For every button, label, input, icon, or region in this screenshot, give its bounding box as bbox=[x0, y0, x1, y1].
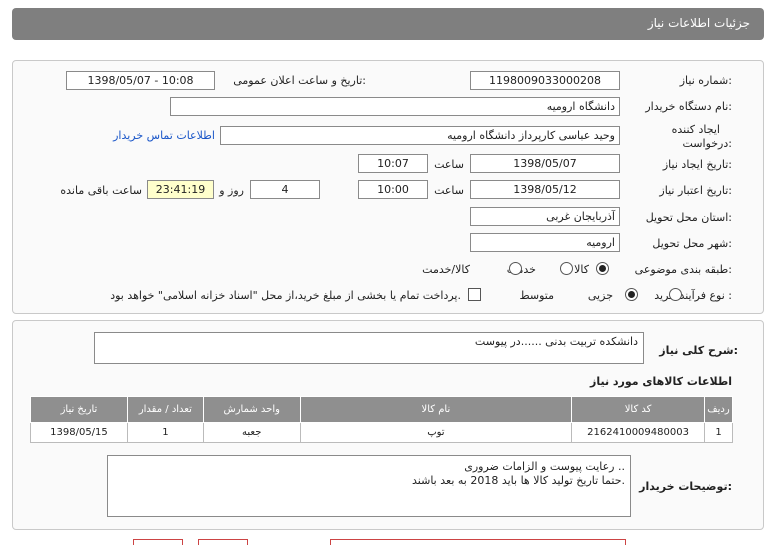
days-label: روز و bbox=[219, 184, 244, 197]
page-title: جزئیات اطلاعات نیاز bbox=[647, 16, 750, 30]
category-option-goods-service: کالا/خدمت bbox=[422, 263, 470, 276]
need-number-field[interactable]: 1198009033000208 bbox=[470, 71, 620, 90]
validity-date-label: تاریخ اعتبار نیاز: bbox=[659, 184, 732, 197]
process-type-label: نوع فرآیند خرید : bbox=[654, 289, 732, 302]
col-need-date: تاریخ نیاز bbox=[30, 396, 128, 423]
buyer-notes-box: رعایت پیوست و الزامات ضروری .. حتما تاری… bbox=[107, 455, 631, 517]
table-row[interactable]: 1 2162410009480003 توپ جعبه 1 1398/05/15 bbox=[30, 422, 733, 443]
category-radio-service[interactable] bbox=[559, 262, 573, 275]
goods-section-title: اطلاعات کالاهای مورد نیاز bbox=[590, 375, 732, 388]
category-radio-goods-service[interactable] bbox=[509, 262, 522, 275]
summary-label: شرح کلی نیاز: bbox=[659, 344, 738, 357]
process-option-medium: متوسط bbox=[519, 289, 554, 302]
validity-time-field[interactable]: 10:00 bbox=[358, 180, 428, 199]
province-field[interactable]: آذربایجان غربی bbox=[470, 207, 620, 226]
page-header: جزئیات اطلاعات نیاز bbox=[12, 8, 764, 40]
col-item-code: کد کالا bbox=[571, 396, 706, 423]
col-unit: واحد شمارش bbox=[202, 396, 301, 423]
process-option-minor: جزیی bbox=[587, 289, 613, 302]
goods-table-header: ردیف کد کالا نام کالا واحد شمارش تعداد /… bbox=[30, 396, 733, 423]
city-field[interactable]: ارومیه bbox=[470, 233, 620, 252]
buyer-notes-line-1: رعایت پیوست و الزامات ضروری .. bbox=[464, 460, 625, 473]
col-item-name: نام کالا bbox=[299, 396, 573, 423]
validity-date-field[interactable]: 1398/05/12 bbox=[470, 180, 620, 199]
buyer-contact-link[interactable]: اطلاعات تماس خریدار bbox=[113, 129, 215, 142]
cell-item-code: 2162410009480003 bbox=[571, 422, 706, 443]
cell-item-name: توپ bbox=[299, 422, 573, 443]
action-button-3[interactable] bbox=[330, 539, 626, 545]
buyer-notes-label: توضیحات خریدار: bbox=[639, 480, 732, 493]
need-number-label: شماره نیاز: bbox=[679, 74, 732, 87]
summary-text-box: دانشکده تربیت بدنی ......در پیوست bbox=[94, 332, 644, 364]
creator-field[interactable]: وحید عباسی کارپرداز دانشگاه ارومیه bbox=[220, 126, 620, 145]
process-radio-medium[interactable] bbox=[625, 288, 638, 301]
announce-datetime-label: تاریخ و ساعت اعلان عمومی: bbox=[233, 74, 366, 87]
col-row-number: ردیف bbox=[704, 396, 733, 423]
remaining-time-field: 23:41:19 bbox=[147, 180, 214, 199]
creator-label-line1: ایجاد کننده bbox=[671, 123, 720, 136]
action-button-1[interactable] bbox=[133, 539, 183, 545]
process-radio-minor[interactable] bbox=[668, 288, 682, 301]
cell-need-date: 1398/05/15 bbox=[30, 422, 128, 443]
buyer-org-label: نام دستگاه خریدار: bbox=[645, 100, 732, 113]
created-date-field[interactable]: 1398/05/07 bbox=[470, 154, 620, 173]
treasury-payment-checkbox[interactable] bbox=[468, 288, 481, 301]
buyer-notes-line-2: حتما تاریخ تولید کالا ها باید 2018 به بع… bbox=[412, 474, 625, 487]
validity-time-label: ساعت bbox=[434, 184, 464, 197]
created-date-label: تاریخ ایجاد نیاز: bbox=[662, 158, 732, 171]
category-label: طبقه بندی موضوعی: bbox=[634, 263, 732, 276]
created-time-field[interactable]: 10:07 bbox=[358, 154, 428, 173]
category-radio-goods[interactable] bbox=[596, 262, 609, 275]
created-time-label: ساعت bbox=[434, 158, 464, 171]
cell-quantity: 1 bbox=[126, 422, 204, 443]
city-label: شهر محل تحویل: bbox=[652, 237, 732, 250]
buyer-org-field[interactable]: دانشگاه ارومیه bbox=[170, 97, 620, 116]
cell-row-number: 1 bbox=[704, 422, 733, 443]
action-button-2[interactable] bbox=[198, 539, 248, 545]
col-quantity: تعداد / مقدار bbox=[126, 396, 204, 423]
treasury-payment-text: پرداخت تمام یا بخشی از مبلغ خرید،از محل … bbox=[110, 289, 461, 302]
cell-unit: جعبه bbox=[202, 422, 301, 443]
category-option-goods: کالا bbox=[574, 263, 589, 276]
creator-label-line2: درخواست: bbox=[682, 137, 733, 150]
announce-datetime-field[interactable]: 1398/05/07 - 10:08 bbox=[66, 71, 215, 90]
remaining-days-field: 4 bbox=[250, 180, 320, 199]
province-label: استان محل تحویل: bbox=[645, 211, 732, 224]
goods-table: ردیف کد کالا نام کالا واحد شمارش تعداد /… bbox=[30, 396, 733, 443]
remaining-time-label: ساعت باقی مانده bbox=[60, 184, 142, 197]
